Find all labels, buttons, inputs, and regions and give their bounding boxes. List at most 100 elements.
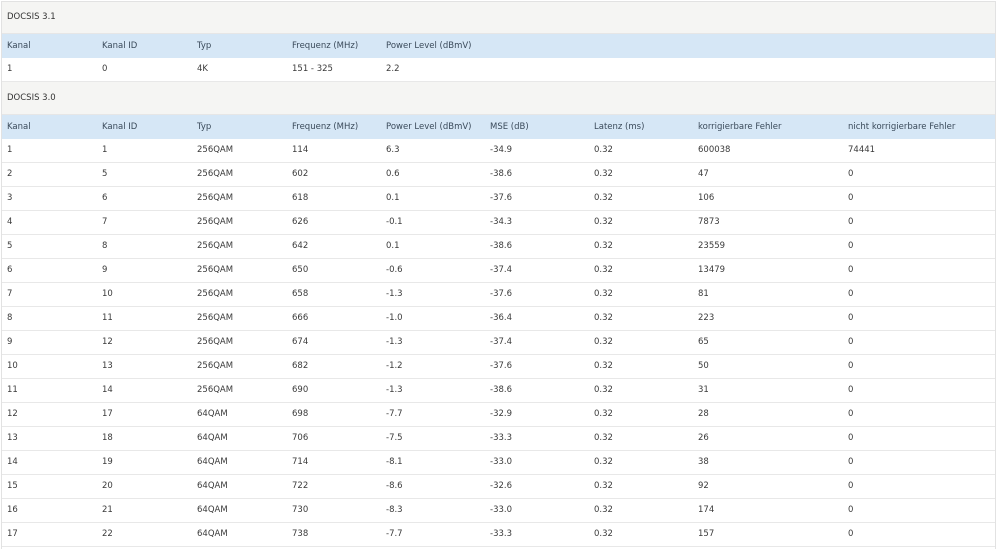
docsis30-rows: 1 1 256QAM 114 6.3 -34.9 0.32 600038 74441 2 5 256Q… [2,139,995,547]
cell-typ: 256QAM [197,313,234,323]
cell-power: 0.6 [386,169,400,179]
table-row: 8 11 256QAM 666 -1.0 -36.4 0.32 223 0 [2,307,995,331]
cell-latenz: 0.32 [594,169,613,179]
header-mse: MSE (dB) [490,122,529,132]
cell-power: -1.3 [386,385,403,395]
cell-nicht-korr: 0 [848,337,854,347]
cell-frequenz: 626 [292,217,309,227]
header-frequenz: Frequenz (MHz) [292,41,359,51]
cell-mse: -33.0 [490,505,512,515]
cell-kanal: 17 [7,529,18,539]
cell-kanal-id: 9 [102,265,108,275]
cell-typ: 64QAM [197,529,228,539]
cell-kanal: 1 [7,64,13,74]
header-typ: Typ [197,41,212,51]
cell-typ: 64QAM [197,457,228,467]
cell-kanal-id: 20 [102,481,113,491]
docsis30-section: DOCSIS 3.0 Kanal Kanal ID Typ Frequenz (… [2,82,995,547]
cell-kanal: 6 [7,265,13,275]
cell-korr: 92 [698,481,709,491]
cell-latenz: 0.32 [594,217,613,227]
cell-latenz: 0.32 [594,529,613,539]
cell-power: -8.1 [386,457,403,467]
table-row: 6 9 256QAM 650 -0.6 -37.4 0.32 13479 0 [2,259,995,283]
cell-kanal-id: 5 [102,169,108,179]
cell-latenz: 0.32 [594,409,613,419]
cell-mse: -38.6 [490,385,512,395]
cell-typ: 256QAM [197,217,234,227]
cell-nicht-korr: 0 [848,433,854,443]
table-row: 1 0 4K 151 - 325 2.2 [2,58,995,82]
docsis30-header-row: Kanal Kanal ID Typ Frequenz (MHz) Power … [2,115,995,139]
cell-frequenz: 738 [292,529,309,539]
cell-frequenz: 690 [292,385,309,395]
cell-kanal-id: 17 [102,409,113,419]
cell-kanal-id: 10 [102,289,113,299]
cell-frequenz: 602 [292,169,309,179]
cell-typ: 64QAM [197,505,228,515]
cell-kanal: 10 [7,361,18,371]
cell-kanal: 5 [7,241,13,251]
table-row: 4 7 256QAM 626 -0.1 -34.3 0.32 7873 0 [2,211,995,235]
table-row: 13 18 64QAM 706 -7.5 -33.3 0.32 26 0 [2,427,995,451]
cell-power: 6.3 [386,145,400,155]
cell-latenz: 0.32 [594,289,613,299]
header-latenz: Latenz (ms) [594,122,645,132]
cell-kanal: 11 [7,385,18,395]
cell-kanal: 12 [7,409,18,419]
cell-frequenz: 642 [292,241,309,251]
cell-power: -0.6 [386,265,403,275]
cell-korr: 28 [698,409,709,419]
cell-typ: 64QAM [197,409,228,419]
cell-mse: -33.0 [490,457,512,467]
cell-nicht-korr: 0 [848,169,854,179]
docsis31-title: DOCSIS 3.1 [2,2,995,34]
cell-korr: 223 [698,313,715,323]
cell-kanal: 8 [7,313,13,323]
cell-korr: 23559 [698,241,726,251]
header-nicht-korrigierbare-fehler: nicht korrigierbare Fehler [848,122,956,132]
docsis31-header-row: Kanal Kanal ID Typ Frequenz (MHz) Power … [2,34,995,58]
cell-korr: 26 [698,433,709,443]
cell-frequenz: 706 [292,433,309,443]
table-row: 10 13 256QAM 682 -1.2 -37.6 0.32 50 0 [2,355,995,379]
cell-kanal: 2 [7,169,13,179]
cell-kanal-id: 6 [102,193,108,203]
cell-korr: 7873 [698,217,720,227]
table-row: 11 14 256QAM 690 -1.3 -38.6 0.32 31 0 [2,379,995,403]
cell-typ: 256QAM [197,337,234,347]
cell-kanal: 9 [7,337,13,347]
cell-latenz: 0.32 [594,481,613,491]
header-power-level: Power Level (dBmV) [386,41,472,51]
table-row: 14 19 64QAM 714 -8.1 -33.0 0.32 38 0 [2,451,995,475]
cell-frequenz: 151 - 325 [292,64,333,74]
cell-mse: -37.6 [490,289,512,299]
cell-frequenz: 722 [292,481,309,491]
cell-kanal-id: 18 [102,433,113,443]
cell-frequenz: 698 [292,409,309,419]
cell-power: 0.1 [386,193,400,203]
table-row: 1 1 256QAM 114 6.3 -34.9 0.32 600038 74441 [2,139,995,163]
header-kanal: Kanal [7,122,31,132]
cell-korr: 31 [698,385,709,395]
table-row: 15 20 64QAM 722 -8.6 -32.6 0.32 92 0 [2,475,995,499]
table-row: 12 17 64QAM 698 -7.7 -32.9 0.32 28 0 [2,403,995,427]
cell-power: 2.2 [386,64,400,74]
header-kanal-id: Kanal ID [102,122,138,132]
cell-typ: 64QAM [197,433,228,443]
header-kanal-id: Kanal ID [102,41,138,51]
cell-kanal-id: 1 [102,145,108,155]
cell-nicht-korr: 0 [848,409,854,419]
cell-korr: 600038 [698,145,731,155]
cell-latenz: 0.32 [594,193,613,203]
cell-nicht-korr: 74441 [848,145,876,155]
header-frequenz: Frequenz (MHz) [292,122,359,132]
docsis30-title: DOCSIS 3.0 [2,82,995,115]
cell-latenz: 0.32 [594,145,613,155]
cell-korr: 65 [698,337,709,347]
cell-kanal-id: 19 [102,457,113,467]
cell-kanal-id: 8 [102,241,108,251]
cell-power: -1.3 [386,289,403,299]
cell-latenz: 0.32 [594,337,613,347]
table-row: 2 5 256QAM 602 0.6 -38.6 0.32 47 0 [2,163,995,187]
